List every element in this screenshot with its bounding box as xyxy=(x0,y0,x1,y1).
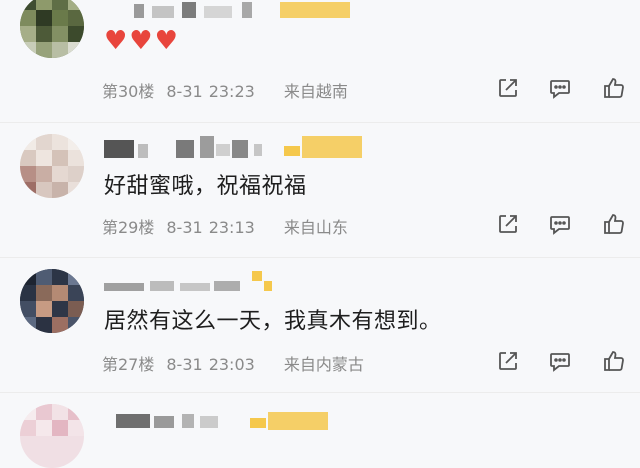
comment-item xyxy=(0,394,640,468)
divider xyxy=(0,122,640,123)
comment-text: 居然有这么一天，我真木有想到。 xyxy=(104,309,442,334)
comment-meta: 第27楼 8-31 23:03 来自内蒙古 xyxy=(102,351,376,375)
comment-content-hearts: ♥♥♥ xyxy=(104,26,180,56)
floor-label: 第29楼 xyxy=(102,218,155,237)
avatar[interactable] xyxy=(20,0,84,58)
avatar[interactable] xyxy=(20,404,84,468)
divider xyxy=(0,392,640,393)
location-label: 来自山东 xyxy=(283,218,348,237)
comment-icon[interactable] xyxy=(548,76,572,100)
thumbs-up-icon[interactable] xyxy=(602,212,626,236)
comment-actions xyxy=(490,349,640,375)
share-icon[interactable] xyxy=(496,76,520,100)
comment-icon[interactable] xyxy=(548,212,572,236)
comment-meta: 第30楼 8-31 23:23 来自越南 xyxy=(102,78,360,102)
share-icon[interactable] xyxy=(496,212,520,236)
comment-text: 好甜蜜哦，祝福祝福 xyxy=(104,174,307,199)
thumbs-up-icon[interactable] xyxy=(602,349,626,373)
floor-label: 第30楼 xyxy=(102,82,155,101)
share-icon[interactable] xyxy=(496,349,520,373)
avatar[interactable] xyxy=(20,269,84,333)
location-label: 来自内蒙古 xyxy=(283,355,364,374)
comment-item: 好甜蜜哦，祝福祝福 第29楼 8-31 23:13 来自山东 xyxy=(0,124,640,254)
comment-meta: 第29楼 8-31 23:13 来自山东 xyxy=(102,214,360,238)
avatar[interactable] xyxy=(20,134,84,198)
comment-item: ♥♥♥ 第30楼 8-31 23:23 来自越南 xyxy=(0,0,640,120)
floor-label: 第27楼 xyxy=(102,355,155,374)
comment-actions xyxy=(490,76,640,102)
divider xyxy=(0,257,640,258)
comment-datetime: 8-31 23:23 xyxy=(166,82,255,101)
thumbs-up-icon[interactable] xyxy=(602,76,626,100)
comment-datetime: 8-31 23:03 xyxy=(166,355,255,374)
comment-actions xyxy=(490,212,640,238)
location-label: 来自越南 xyxy=(283,82,348,101)
comment-item: 居然有这么一天，我真木有想到。 第27楼 8-31 23:03 来自内蒙古 xyxy=(0,259,640,389)
comment-icon[interactable] xyxy=(548,349,572,373)
comment-datetime: 8-31 23:13 xyxy=(166,218,255,237)
